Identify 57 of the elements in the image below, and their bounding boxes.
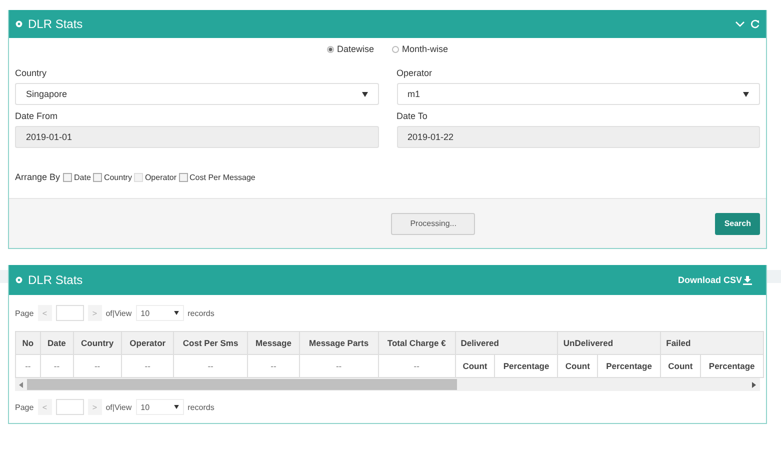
radio-label: Month-wise bbox=[402, 44, 448, 54]
caret-icon bbox=[174, 405, 179, 409]
page-label: Page bbox=[15, 402, 34, 412]
gear-icon bbox=[15, 276, 23, 284]
page-number-field[interactable] bbox=[56, 305, 84, 321]
column-group-header: Failed bbox=[660, 332, 764, 354]
panel-title: DLR Stats bbox=[28, 273, 83, 287]
arrange-label: Arrange By bbox=[15, 172, 60, 182]
checkbox-label: Date bbox=[74, 172, 91, 182]
date-field[interactable]: 2019-01-22 bbox=[396, 126, 760, 148]
column-header: Message Parts bbox=[300, 332, 378, 354]
column-header: Country bbox=[73, 332, 122, 354]
radio-button[interactable] bbox=[392, 46, 399, 52]
horizontal-scrollbar[interactable] bbox=[15, 378, 760, 391]
panel-title: DLR Stats bbox=[28, 17, 83, 31]
column-header: Message bbox=[247, 332, 300, 354]
column-header: No bbox=[16, 332, 40, 354]
refresh-icon[interactable] bbox=[750, 19, 760, 29]
checkbox[interactable] bbox=[63, 172, 72, 182]
column-header: Date bbox=[40, 332, 74, 354]
field-label: Date To bbox=[396, 111, 428, 121]
column-header: Operator bbox=[122, 332, 174, 354]
operator-select[interactable]: m1 bbox=[396, 83, 760, 105]
download-icon[interactable] bbox=[743, 276, 752, 284]
field-label: Operator bbox=[396, 68, 434, 78]
radio-label: Datewise bbox=[336, 44, 374, 54]
date-field[interactable]: 2019-01-01 bbox=[15, 126, 378, 148]
gear-icon bbox=[15, 20, 23, 28]
processing-button[interactable]: Processing... bbox=[391, 212, 476, 234]
collapse-icon[interactable] bbox=[735, 20, 745, 28]
page-size-select[interactable]: 10 bbox=[136, 399, 184, 415]
column-group-header: Delivered bbox=[455, 332, 558, 354]
column-header: Total Charge € bbox=[378, 332, 456, 354]
field-label: Date From bbox=[15, 111, 59, 121]
column-group-header: UnDelivered bbox=[558, 332, 661, 354]
of-view-label: of|View bbox=[106, 308, 132, 318]
checkbox[interactable] bbox=[178, 172, 188, 182]
records-label: records bbox=[188, 402, 214, 412]
scroll-left-icon[interactable] bbox=[19, 382, 23, 388]
scroll-right-icon[interactable] bbox=[752, 382, 756, 388]
page-number-field[interactable] bbox=[56, 399, 84, 415]
checkbox[interactable] bbox=[92, 172, 102, 182]
checkbox-label: Cost Per Message bbox=[190, 172, 256, 182]
caret-icon bbox=[174, 311, 179, 315]
caret-icon bbox=[743, 92, 749, 96]
of-view-label: of|View bbox=[106, 402, 132, 412]
search-button[interactable]: Search bbox=[715, 212, 760, 234]
page-label: Page bbox=[15, 308, 34, 318]
field-label: Country bbox=[15, 68, 48, 78]
caret-icon bbox=[362, 92, 368, 96]
records-label: records bbox=[188, 308, 214, 318]
column-header: Cost Per Sms bbox=[174, 332, 248, 354]
checkbox-label: Country bbox=[104, 172, 132, 182]
radio-button[interactable] bbox=[326, 46, 334, 52]
country-select[interactable]: Singapore bbox=[15, 83, 378, 105]
page-size-select[interactable]: 10 bbox=[136, 305, 184, 321]
checkbox-label: Operator bbox=[144, 172, 177, 182]
